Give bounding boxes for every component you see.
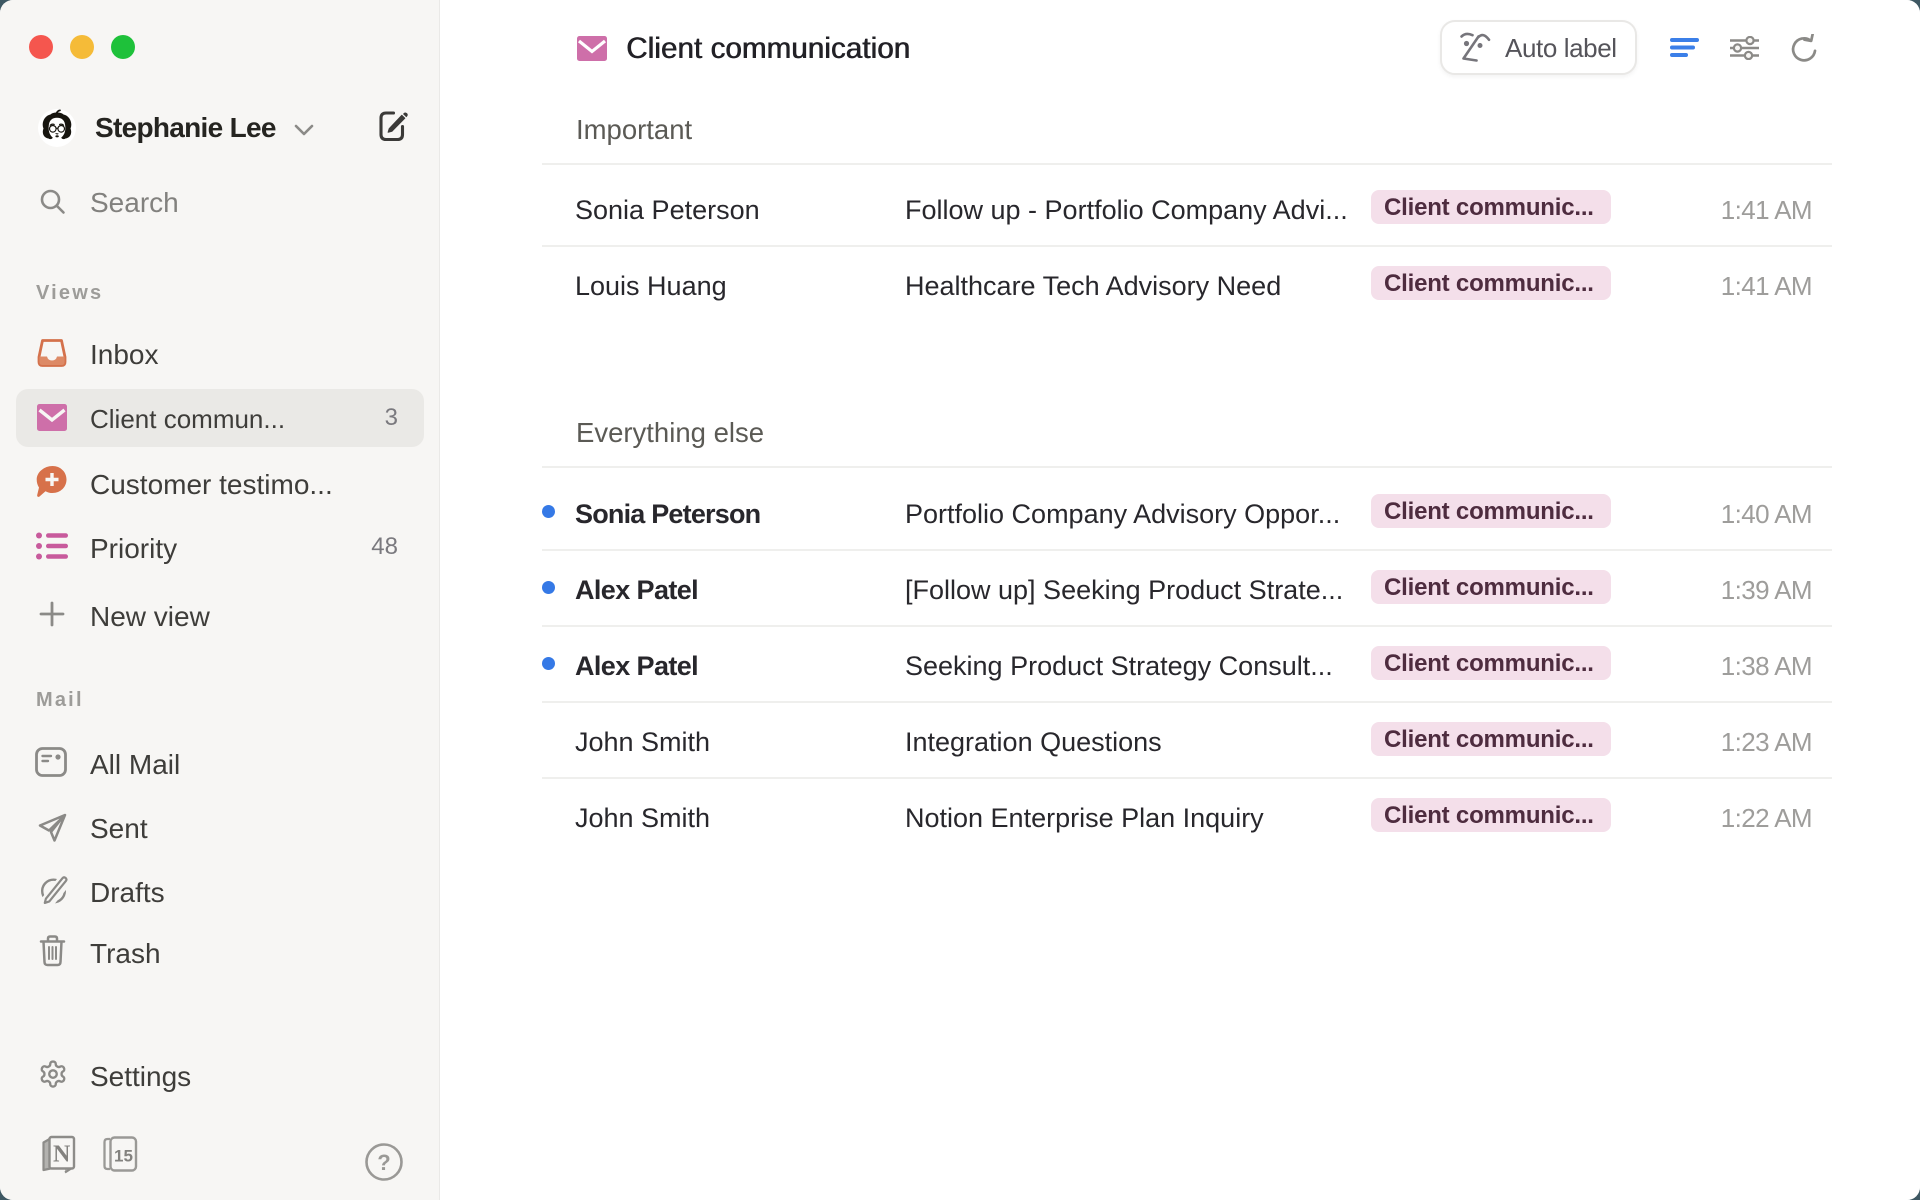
svg-text:N: N	[53, 1142, 71, 1168]
svg-text:15: 15	[114, 1147, 133, 1166]
svg-text:?: ?	[377, 1150, 390, 1175]
